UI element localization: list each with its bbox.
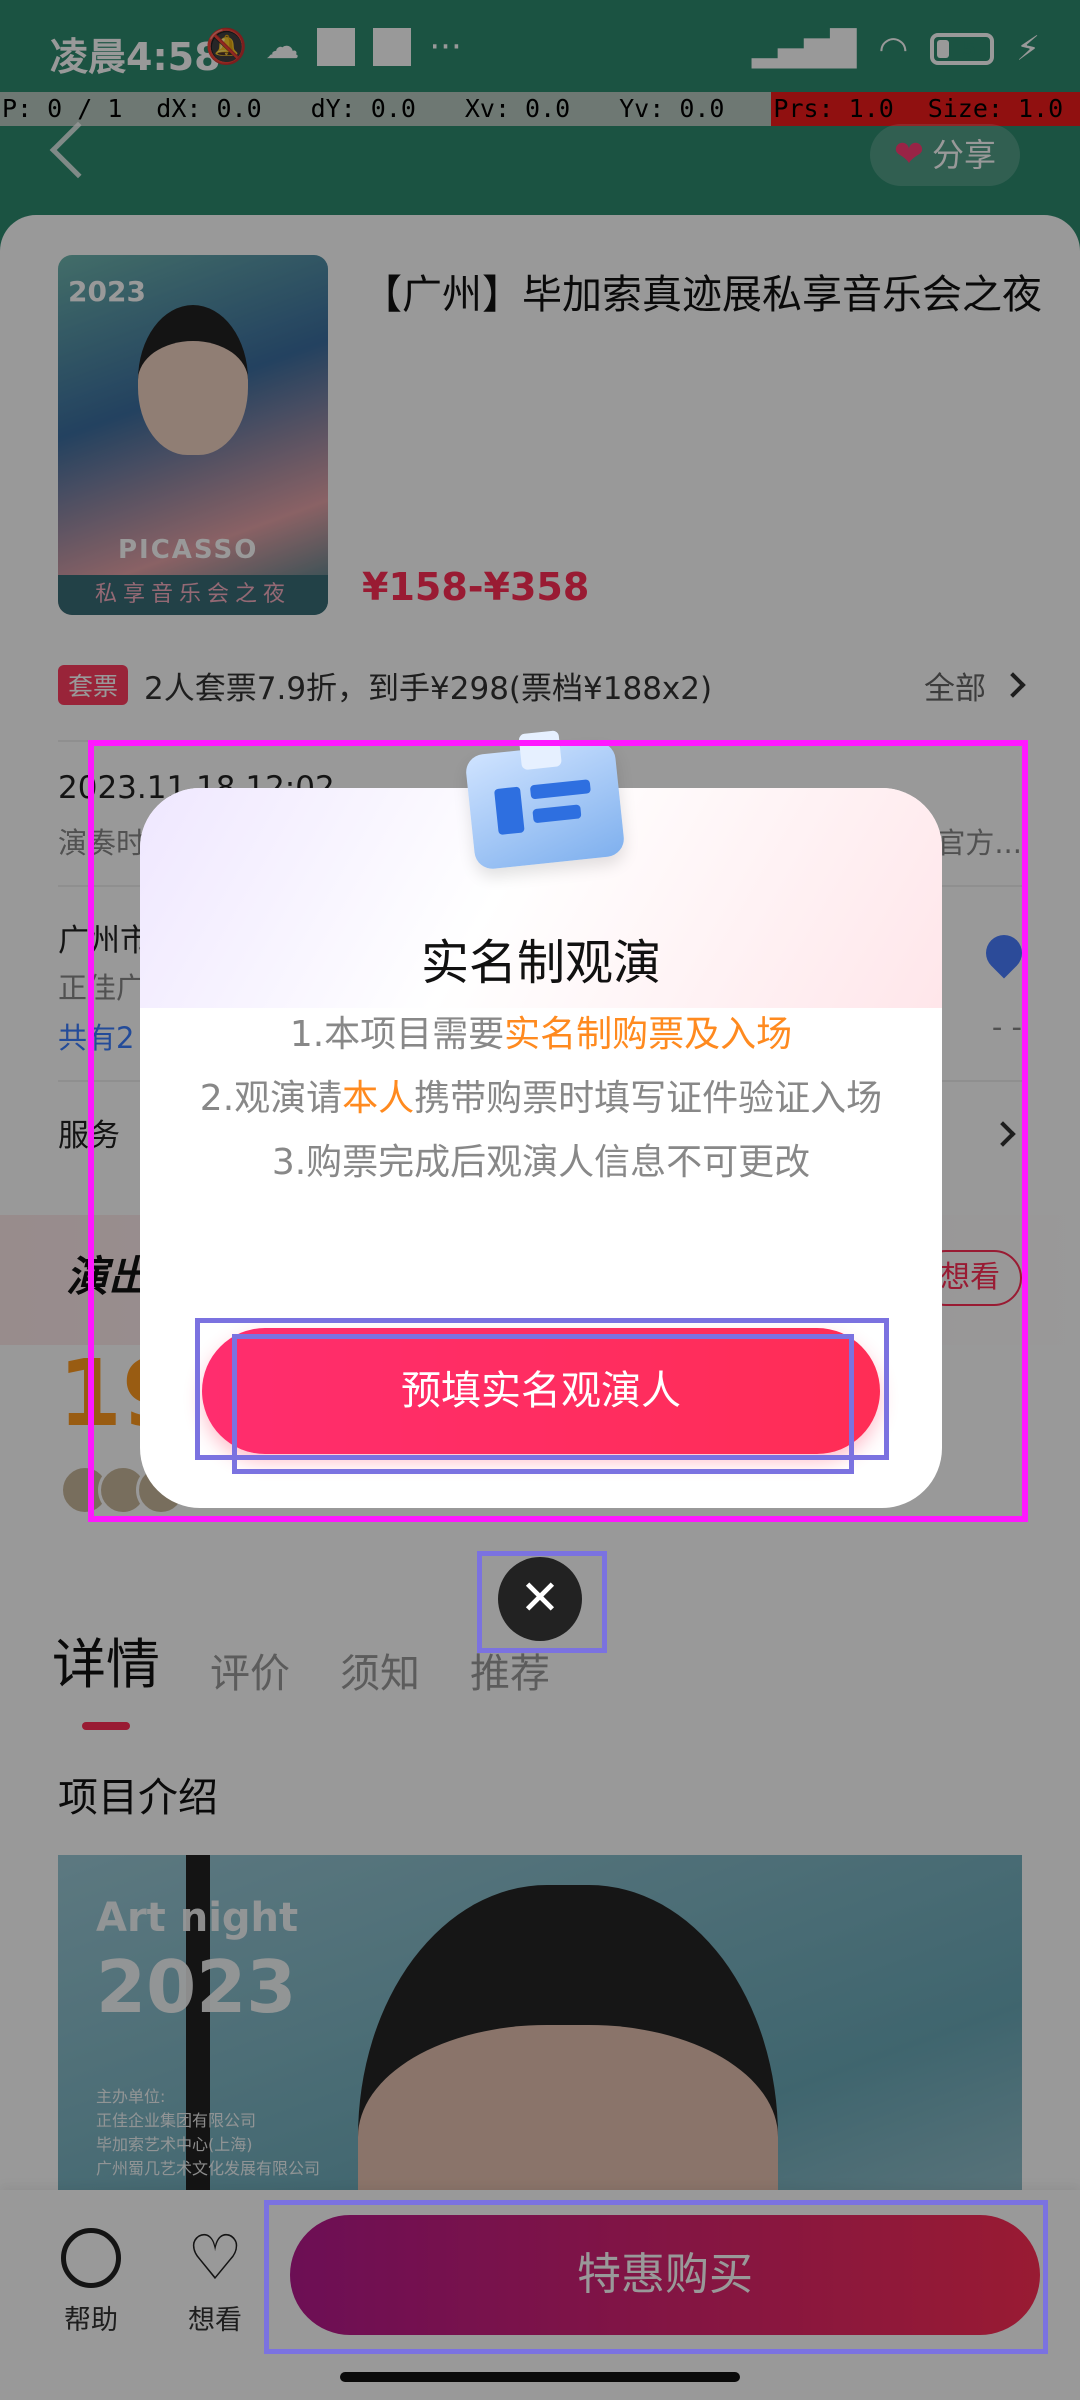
highlight-box-button-inner: [232, 1334, 854, 1474]
highlight-box-close: [477, 1551, 607, 1653]
highlight-box-buy: [264, 2200, 1048, 2354]
